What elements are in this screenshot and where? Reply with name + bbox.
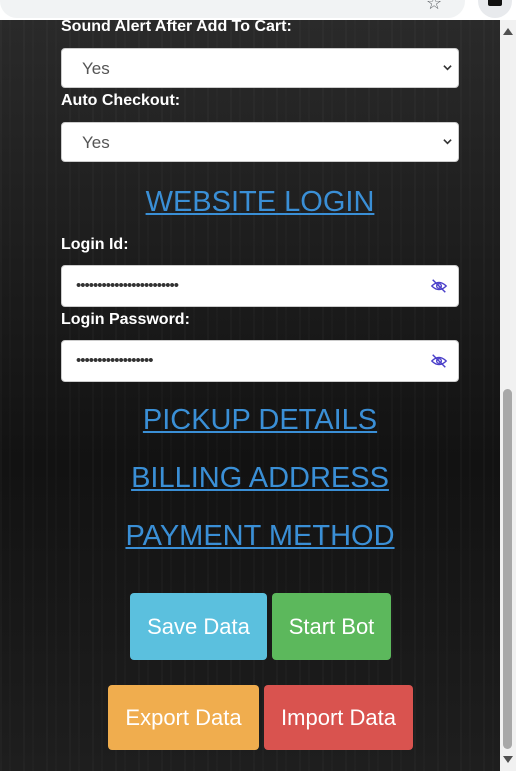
login-password-label: Login Password: [61, 311, 190, 328]
export-data-button[interactable]: Export Data [108, 685, 259, 750]
scrollbar[interactable] [500, 20, 516, 771]
chevron-down-icon [443, 139, 452, 145]
auto-checkout-label: Auto Checkout: [61, 92, 181, 109]
chevron-down-icon [443, 65, 452, 71]
scrollbar-thumb[interactable] [503, 389, 512, 749]
auto-checkout-select[interactable]: Yes [61, 122, 459, 162]
login-id-label: Login Id: [61, 236, 129, 253]
eye-slash-icon[interactable] [430, 278, 448, 294]
login-id-field[interactable]: •••••••••••••••••••••••• [61, 265, 459, 307]
scroll-down-arrow-icon[interactable] [503, 756, 513, 763]
pickup-details-link[interactable]: PICKUP DETAILS [0, 404, 516, 437]
eye-slash-icon[interactable] [430, 353, 448, 369]
start-bot-button[interactable]: Start Bot [272, 593, 391, 660]
auto-checkout-value: Yes [82, 133, 110, 152]
sound-alert-value: Yes [82, 59, 110, 78]
save-data-button[interactable]: Save Data [130, 593, 267, 660]
star-icon[interactable]: ☆ [426, 0, 442, 14]
address-bar[interactable] [0, 0, 465, 18]
billing-address-link[interactable]: BILLING ADDRESS [0, 462, 516, 495]
scroll-up-arrow-icon[interactable] [503, 28, 513, 35]
import-data-button[interactable]: Import Data [264, 685, 413, 750]
sound-alert-select[interactable]: Yes [61, 48, 459, 88]
extension-icon[interactable] [478, 0, 512, 18]
login-password-field[interactable]: •••••••••••••••••• [61, 340, 459, 382]
login-id-value: •••••••••••••••••••••••• [76, 277, 179, 294]
website-login-link[interactable]: WEBSITE LOGIN [0, 186, 516, 219]
sound-alert-label: Sound Alert After Add To Cart: [61, 18, 292, 35]
payment-method-link[interactable]: PAYMENT METHOD [0, 520, 516, 553]
browser-toolbar: ☆ [0, 0, 516, 20]
login-password-value: •••••••••••••••••• [76, 352, 154, 369]
